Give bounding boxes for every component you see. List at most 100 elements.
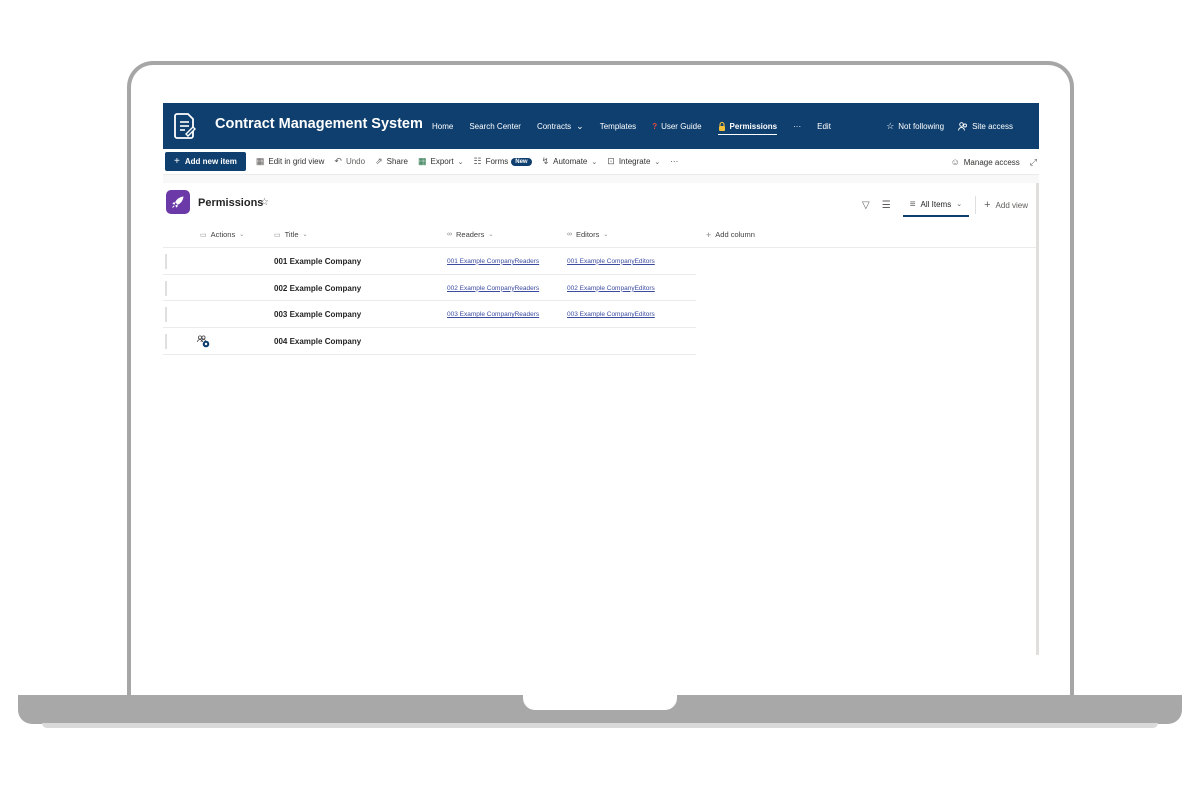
column-readers-label: Readers bbox=[456, 230, 485, 239]
site-access-label: Site access bbox=[972, 121, 1013, 131]
row-select-handle[interactable] bbox=[165, 254, 167, 269]
nav-more[interactable]: ··· bbox=[793, 103, 801, 149]
list-rows: 001 Example Company 001 Example CompanyR… bbox=[163, 248, 696, 355]
table-row[interactable]: 003 Example Company 003 Example CompanyR… bbox=[163, 301, 696, 329]
edit-grid-label: Edit in grid view bbox=[268, 157, 325, 166]
table-row[interactable]: 004 Example Company bbox=[163, 328, 696, 355]
undo-button[interactable]: ↶ Undo bbox=[334, 156, 365, 167]
add-new-item-button[interactable]: + Add new item bbox=[165, 152, 246, 171]
editors-link[interactable]: 003 Example CompanyEditors bbox=[567, 301, 655, 328]
top-nav: Home Search Center Contracts ⌄ Templates … bbox=[432, 103, 847, 149]
nav-templates[interactable]: Templates bbox=[600, 103, 636, 149]
forms-button[interactable]: ☷ Forms New bbox=[474, 156, 532, 167]
nav-edit-label: Edit bbox=[817, 121, 831, 131]
plus-icon: + bbox=[984, 199, 991, 211]
column-title-label: Title bbox=[284, 230, 299, 239]
chevron-down-icon: ⌄ bbox=[302, 232, 308, 238]
readers-link[interactable]: 002 Example CompanyReaders bbox=[447, 275, 539, 302]
list-title: Permissions bbox=[198, 197, 264, 209]
rocket-glyph bbox=[172, 196, 184, 208]
more-commands-label: ··· bbox=[670, 157, 679, 166]
view-selector-all-items[interactable]: ≡ All Items ⌄ bbox=[902, 193, 970, 217]
chevron-down-icon: ⌄ bbox=[457, 158, 464, 166]
favorite-star-icon[interactable]: ☆ bbox=[260, 197, 269, 208]
row-select-handle[interactable] bbox=[165, 280, 167, 296]
vertical-scrollbar[interactable] bbox=[1036, 183, 1039, 655]
expand-icon: ⤢ bbox=[1029, 156, 1037, 167]
nav-permissions[interactable]: Permissions bbox=[717, 103, 777, 149]
table-row[interactable]: 002 Example Company 002 Example CompanyR… bbox=[163, 275, 696, 302]
text-column-icon: ▭ bbox=[200, 231, 207, 239]
column-headers: ▭ Actions ⌄ ▭ Title ⌄ ∞ Readers ⌄ ∞ Editors ⌄ + A… bbox=[163, 221, 1036, 248]
site-access-button[interactable]: Site access bbox=[958, 122, 1013, 131]
chevron-down-icon: ⌄ bbox=[603, 232, 609, 238]
chevron-down-icon: ⌄ bbox=[488, 232, 494, 238]
chevron-down-icon: ⌄ bbox=[591, 158, 598, 166]
column-actions-label: Actions bbox=[210, 230, 236, 239]
view-divider bbox=[975, 196, 977, 214]
table-row[interactable]: 001 Example Company 001 Example CompanyR… bbox=[163, 248, 696, 275]
nav-edit[interactable]: Edit bbox=[817, 103, 831, 149]
filter-icon[interactable]: ▽ bbox=[862, 200, 870, 211]
add-column-button[interactable]: + Add column bbox=[706, 221, 755, 248]
integrate-button[interactable]: ⊡ Integrate ⌄ bbox=[607, 156, 660, 167]
manage-access-button[interactable]: ☺ Manage access bbox=[951, 157, 1020, 167]
people-icon bbox=[958, 121, 968, 131]
row-title[interactable]: 003 Example Company bbox=[274, 301, 361, 328]
site-title[interactable]: Contract Management System bbox=[215, 116, 423, 132]
chevron-down-icon: ⌄ bbox=[576, 120, 584, 131]
share-label: Share bbox=[386, 157, 408, 166]
grid-icon: ▦ bbox=[255, 156, 265, 166]
row-select-handle[interactable] bbox=[165, 307, 167, 323]
integrate-label: Integrate bbox=[618, 157, 651, 166]
editors-link[interactable]: 002 Example CompanyEditors bbox=[567, 275, 655, 302]
nav-contracts[interactable]: Contracts ⌄ bbox=[537, 103, 584, 149]
screen: Contract Management System Home Search C… bbox=[163, 103, 1039, 655]
row-title[interactable]: 004 Example Company bbox=[274, 328, 361, 355]
nav-user-guide-label: User Guide bbox=[661, 121, 702, 131]
nav-search-center-label: Search Center bbox=[469, 121, 521, 131]
column-header-editors[interactable]: ∞ Editors ⌄ bbox=[567, 221, 608, 248]
view-options-icon[interactable]: ☰ bbox=[882, 200, 891, 211]
undo-label: Undo bbox=[345, 157, 366, 166]
editors-link[interactable]: 001 Example CompanyEditors bbox=[567, 248, 655, 275]
nav-user-guide[interactable]: ? User Guide bbox=[652, 103, 701, 149]
automate-icon: ↯ bbox=[541, 156, 550, 166]
plus-icon: + bbox=[706, 229, 712, 240]
export-button[interactable]: ▦ Export ⌄ bbox=[418, 156, 464, 167]
link-icon: ∞ bbox=[447, 231, 452, 238]
header-actions: ☆ Not following Site access bbox=[886, 103, 1013, 149]
share-button[interactable]: ⇗ Share bbox=[375, 156, 408, 167]
row-select-handle[interactable] bbox=[165, 334, 167, 350]
automate-button[interactable]: ↯ Automate ⌄ bbox=[542, 156, 598, 167]
automate-label: Automate bbox=[553, 157, 588, 166]
column-header-title[interactable]: ▭ Title ⌄ bbox=[274, 221, 308, 248]
row-title[interactable]: 002 Example Company bbox=[274, 275, 361, 302]
command-bar: + Add new item ▦ Edit in grid view ↶ Undo ⇗… bbox=[163, 149, 1039, 175]
nav-more-label: ··· bbox=[793, 121, 802, 131]
row-title[interactable]: 001 Example Company bbox=[274, 248, 361, 275]
people-settings-icon[interactable] bbox=[197, 335, 210, 348]
follow-button[interactable]: ☆ Not following bbox=[886, 121, 944, 132]
share-icon: ⇗ bbox=[375, 156, 383, 166]
undo-icon: ↶ bbox=[334, 156, 342, 166]
laptop-notch bbox=[523, 695, 677, 710]
more-commands-button[interactable]: ··· bbox=[670, 157, 678, 166]
nav-templates-label: Templates bbox=[599, 121, 637, 131]
link-icon: ∞ bbox=[567, 231, 572, 238]
nav-contracts-label: Contracts bbox=[536, 121, 572, 131]
nav-home[interactable]: Home bbox=[432, 103, 453, 149]
expand-button[interactable]: ⤢ bbox=[1030, 157, 1037, 168]
nav-search-center[interactable]: Search Center bbox=[469, 103, 521, 149]
column-header-readers[interactable]: ∞ Readers ⌄ bbox=[447, 221, 493, 248]
readers-link[interactable]: 001 Example CompanyReaders bbox=[447, 248, 539, 275]
edit-grid-view-button[interactable]: ▦ Edit in grid view bbox=[256, 156, 325, 167]
add-view-button[interactable]: + Add view bbox=[984, 199, 1028, 211]
column-editors-label: Editors bbox=[576, 230, 600, 239]
column-header-actions[interactable]: ▭ Actions ⌄ bbox=[200, 221, 244, 248]
site-header: Contract Management System Home Search C… bbox=[163, 103, 1039, 149]
add-column-label: Add column bbox=[715, 230, 755, 239]
view-name: All Items bbox=[920, 199, 952, 209]
readers-link[interactable]: 003 Example CompanyReaders bbox=[447, 301, 539, 328]
form-icon: ☷ bbox=[473, 156, 482, 166]
